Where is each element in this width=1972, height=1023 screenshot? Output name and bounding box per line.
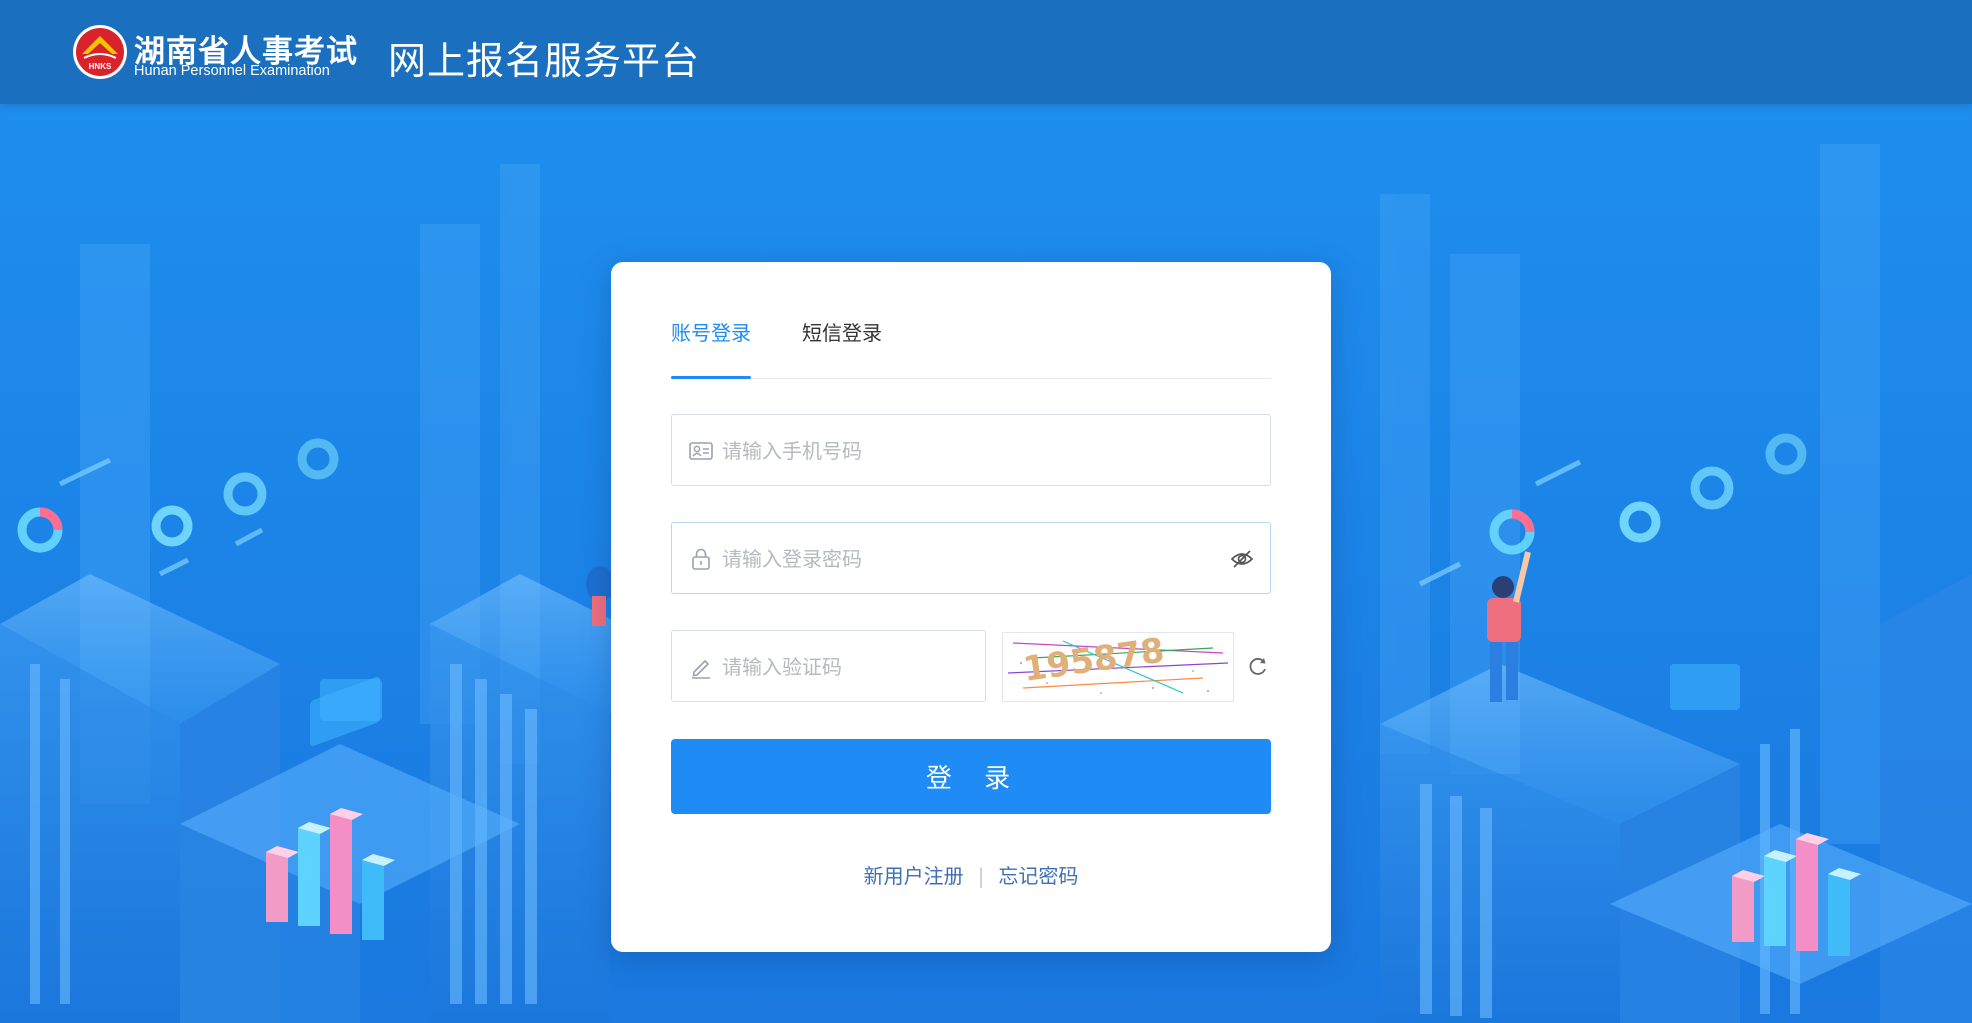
login-card: 账号登录 短信登录 请输入手机号码 请输入验证码 195878 登 录 新用户注…: [611, 262, 1331, 952]
refresh-icon[interactable]: [1247, 656, 1269, 678]
password-field: [671, 522, 1271, 595]
logo-title-en: Hunan Personnel Examination: [134, 63, 330, 79]
forgot-password-link[interactable]: 忘记密码: [998, 864, 1078, 888]
password-input[interactable]: [720, 523, 1204, 595]
link-separator: |: [977, 864, 985, 888]
tab-sms-login[interactable]: 短信登录: [802, 322, 882, 378]
lock-icon: [692, 548, 710, 570]
platform-title: 网上报名服务平台: [388, 39, 701, 83]
eye-slash-icon[interactable]: [1228, 545, 1256, 573]
phone-input[interactable]: [720, 415, 1204, 487]
tab-account-login[interactable]: 账号登录: [671, 322, 751, 379]
captcha-input[interactable]: [720, 631, 974, 703]
captcha-image[interactable]: 195878: [1002, 632, 1234, 702]
footer-links: 新用户注册 | 忘记密码: [611, 860, 1331, 889]
pencil-icon: [692, 659, 710, 679]
hnks-logo-icon: HNKS: [73, 25, 127, 79]
top-header: HNKS 湖南省人事考试 Hunan Personnel Examination…: [0, 0, 1972, 104]
logo-badge-text: HNKS: [89, 62, 112, 71]
phone-field: [671, 414, 1271, 487]
login-button[interactable]: 登 录: [671, 739, 1271, 814]
captcha-field: [671, 630, 986, 703]
register-link[interactable]: 新用户注册: [864, 864, 964, 888]
id-card-icon: [689, 442, 713, 460]
login-tabs: 账号登录 短信登录: [671, 322, 1271, 379]
